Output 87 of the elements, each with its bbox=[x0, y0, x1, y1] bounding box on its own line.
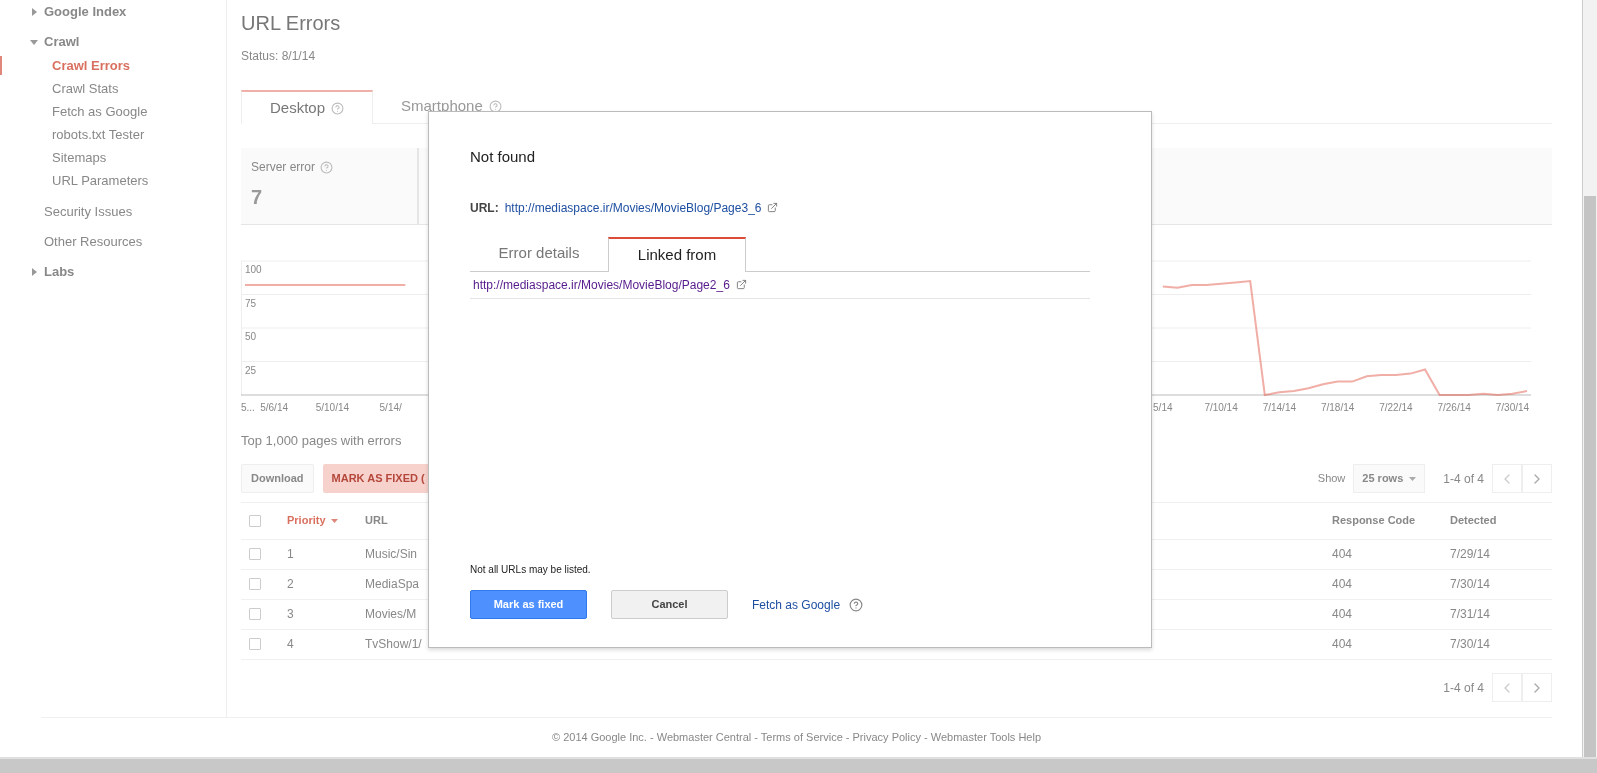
table-cell-text: 2 bbox=[287, 576, 295, 593]
table-cell-text: 404 bbox=[1332, 576, 1354, 593]
help-icon[interactable] bbox=[331, 101, 345, 115]
next-page-button[interactable] bbox=[1522, 673, 1552, 702]
y-axis-label: 75 bbox=[245, 297, 257, 309]
url-link[interactable]: http://mediaspace.ir/Movies/MovieBlog/Page3_6 bbox=[504, 198, 762, 217]
tab[interactable]: Desktop bbox=[241, 90, 374, 124]
pagination-range: 1-4 of 4 bbox=[1443, 470, 1484, 488]
table-cell-text: 7/31/14 bbox=[1450, 606, 1492, 623]
column-header[interactable]: Detected bbox=[1450, 512, 1552, 529]
cancel-button[interactable]: Cancel bbox=[611, 590, 728, 619]
sort-caret-icon bbox=[330, 518, 338, 523]
selected-indicator bbox=[0, 56, 2, 75]
dialog-note: Not all URLs may be listed. bbox=[470, 563, 592, 577]
expanded-caret-icon[interactable] bbox=[30, 38, 38, 46]
download-button[interactable]: Download bbox=[241, 464, 314, 493]
x-axis-label: 7/22/14 bbox=[1379, 402, 1413, 413]
row-checkbox[interactable] bbox=[249, 638, 261, 650]
collapsed-caret-icon[interactable] bbox=[30, 8, 38, 16]
table-cell-text: 3 bbox=[287, 606, 295, 623]
table-cell-text: 7/30/14 bbox=[1450, 636, 1492, 653]
status-text: Status: 8/1/14 bbox=[241, 48, 317, 65]
sidebar-subitem[interactable]: Sitemaps bbox=[52, 147, 107, 168]
x-axis-label: 7/10/14 bbox=[1204, 402, 1238, 413]
scrollbar-thumb[interactable] bbox=[1584, 196, 1596, 757]
sidebar-subitem[interactable]: Crawl Errors bbox=[52, 55, 131, 76]
y-axis-label: 100 bbox=[245, 264, 262, 275]
pagination-range: 1-4 of 4 bbox=[1443, 679, 1484, 697]
sidebar-item[interactable]: Other Resources bbox=[44, 232, 143, 252]
table-cell-text: 7/29/14 bbox=[1450, 546, 1492, 563]
row-checkbox[interactable] bbox=[249, 548, 261, 560]
external-link-icon[interactable] bbox=[735, 279, 747, 290]
table-cell-text: 404 bbox=[1332, 636, 1354, 653]
external-link-icon[interactable] bbox=[767, 202, 779, 213]
y-axis-label: 50 bbox=[245, 331, 257, 342]
previous-page-button[interactable] bbox=[1492, 464, 1522, 493]
dialog-tab[interactable]: Error details bbox=[470, 236, 608, 271]
page-title: URL Errors bbox=[241, 11, 342, 35]
table-cell-text: 7/30/14 bbox=[1450, 576, 1492, 593]
tab[interactable]: Smartphone bbox=[373, 90, 530, 123]
table-cell-text: 1 bbox=[287, 546, 295, 563]
table-cell-text: 404 bbox=[1332, 606, 1354, 623]
x-axis-label: 5/14 bbox=[1153, 402, 1173, 413]
next-page-button[interactable] bbox=[1522, 464, 1552, 493]
sidebar-item[interactable]: Google Index bbox=[44, 2, 127, 22]
x-axis-label: 5... bbox=[241, 402, 255, 413]
table-caption: Top 1,000 pages with errors bbox=[241, 432, 403, 450]
x-axis-label: 7/30/14 bbox=[1495, 402, 1530, 413]
x-axis-label: 7/26/14 bbox=[1437, 402, 1471, 413]
column-header[interactable]: Priority bbox=[287, 512, 326, 529]
table-cell-text: 4 bbox=[287, 636, 295, 653]
url-label: URL: bbox=[470, 199, 499, 217]
previous-page-button[interactable] bbox=[1492, 673, 1522, 702]
help-icon[interactable] bbox=[320, 160, 333, 174]
summary-label: Server error bbox=[251, 159, 315, 176]
x-axis-label: 7/18/14 bbox=[1320, 402, 1355, 413]
mark-as-fixed-button[interactable]: Mark as fixed bbox=[470, 590, 587, 619]
table-cell-text: 404 bbox=[1332, 546, 1354, 563]
sidebar-subitem[interactable]: robots.txt Tester bbox=[52, 124, 145, 145]
sidebar-item[interactable]: Labs bbox=[44, 262, 75, 282]
dropdown-caret-icon bbox=[1409, 476, 1417, 481]
help-icon[interactable] bbox=[488, 100, 502, 113]
sidebar-item[interactable]: Crawl bbox=[44, 32, 80, 52]
help-icon[interactable] bbox=[849, 597, 864, 612]
sidebar-subitem[interactable]: Crawl Stats bbox=[52, 78, 119, 99]
x-axis-label: 5/10/14 bbox=[315, 402, 350, 413]
dialog-title: Not found bbox=[470, 147, 537, 167]
scrollbar[interactable] bbox=[1582, 0, 1597, 757]
y-axis-label: 25 bbox=[245, 364, 257, 376]
sidebar-item[interactable]: Security Issues bbox=[44, 202, 133, 222]
summary-value: 7 bbox=[251, 185, 264, 210]
dialog-tab[interactable]: Linked from bbox=[608, 236, 746, 272]
linked-url-link[interactable]: http://mediaspace.ir/Movies/MovieBlog/Page2_6 bbox=[473, 275, 730, 294]
sidebar-subitem[interactable]: URL Parameters bbox=[52, 170, 149, 191]
column-header[interactable]: Response Code bbox=[1332, 512, 1450, 529]
fetch-as-google-link[interactable]: Fetch as Google bbox=[752, 595, 841, 614]
x-axis-label: 5/6/14 bbox=[260, 402, 289, 413]
collapsed-caret-icon[interactable] bbox=[30, 268, 38, 276]
rows-dropdown[interactable]: 25 rows bbox=[1353, 464, 1426, 493]
show-label: Show bbox=[1317, 471, 1346, 487]
footer-text[interactable]: © 2014 Google Inc. - Webmaster Central - Terms of Service - Privacy Policy - Webmaster Tools Help bbox=[552, 729, 1041, 746]
x-axis-label: 7/14/14 bbox=[1262, 402, 1297, 413]
row-checkbox[interactable] bbox=[249, 608, 261, 620]
select-all-checkbox[interactable] bbox=[249, 514, 261, 527]
x-axis-label: 5/14/ bbox=[379, 402, 402, 413]
sidebar-subitem[interactable]: Fetch as Google bbox=[52, 101, 148, 122]
row-checkbox[interactable] bbox=[249, 578, 261, 590]
